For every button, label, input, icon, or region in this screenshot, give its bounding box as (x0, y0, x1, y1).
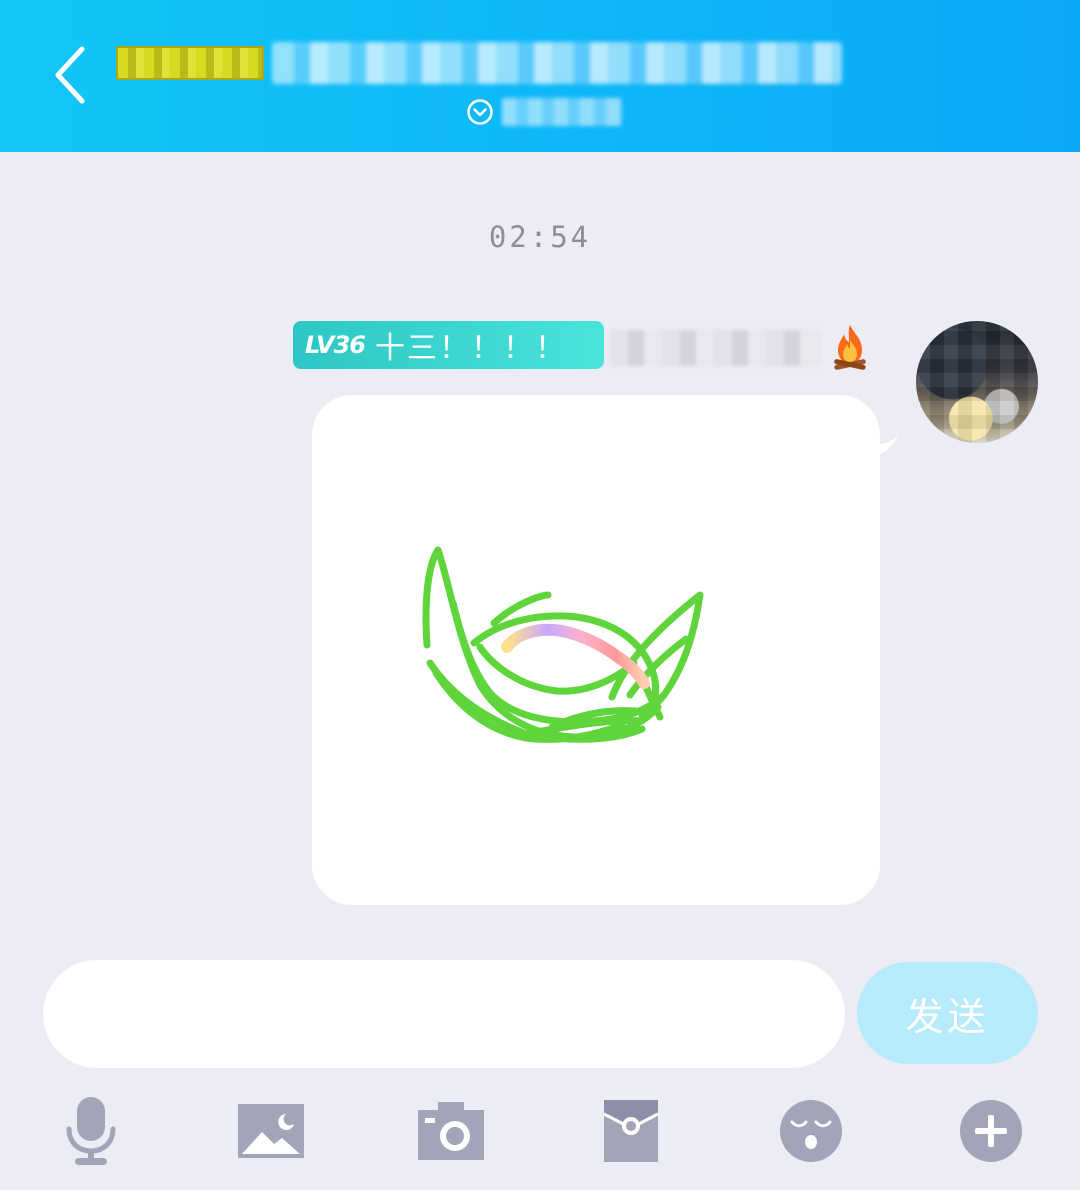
plus-icon (960, 1100, 1022, 1162)
redacted-sender-nickname[interactable] (610, 330, 820, 366)
image-button[interactable] (235, 1095, 307, 1167)
red-packet-button[interactable] (595, 1095, 667, 1167)
chat-header (0, 0, 1080, 152)
image-icon (238, 1104, 304, 1158)
doodle-message-bubble[interactable] (312, 395, 880, 905)
message-timestamp: 02:54 (488, 220, 592, 254)
red-packet-icon (603, 1100, 659, 1162)
chevron-down-circle-icon (467, 99, 493, 125)
level-label: LV36 (305, 331, 366, 359)
redacted-title-tag (116, 46, 264, 80)
member-level-badge[interactable]: LV36 十三！！！！ (293, 321, 604, 369)
chat-title[interactable] (116, 40, 842, 86)
chat-subtitle[interactable] (466, 95, 622, 129)
send-button[interactable]: 发送 (857, 962, 1038, 1064)
redacted-subtitle (502, 98, 622, 126)
voice-button[interactable] (55, 1095, 127, 1167)
honor-title: 十三！！！！ (374, 331, 567, 366)
more-button[interactable] (955, 1095, 1027, 1167)
emoji-button[interactable] (775, 1095, 847, 1167)
microphone-icon (66, 1097, 116, 1165)
hand-drawn-doodle (422, 546, 704, 743)
emoji-icon (780, 1100, 842, 1162)
redacted-chat-name (272, 42, 842, 84)
back-button[interactable] (40, 40, 100, 110)
message-input[interactable] (43, 960, 845, 1068)
fire-icon (834, 325, 866, 370)
camera-icon (418, 1102, 484, 1160)
camera-button[interactable] (415, 1095, 487, 1167)
sender-avatar[interactable] (916, 321, 1038, 443)
chevron-left-icon (55, 46, 85, 104)
